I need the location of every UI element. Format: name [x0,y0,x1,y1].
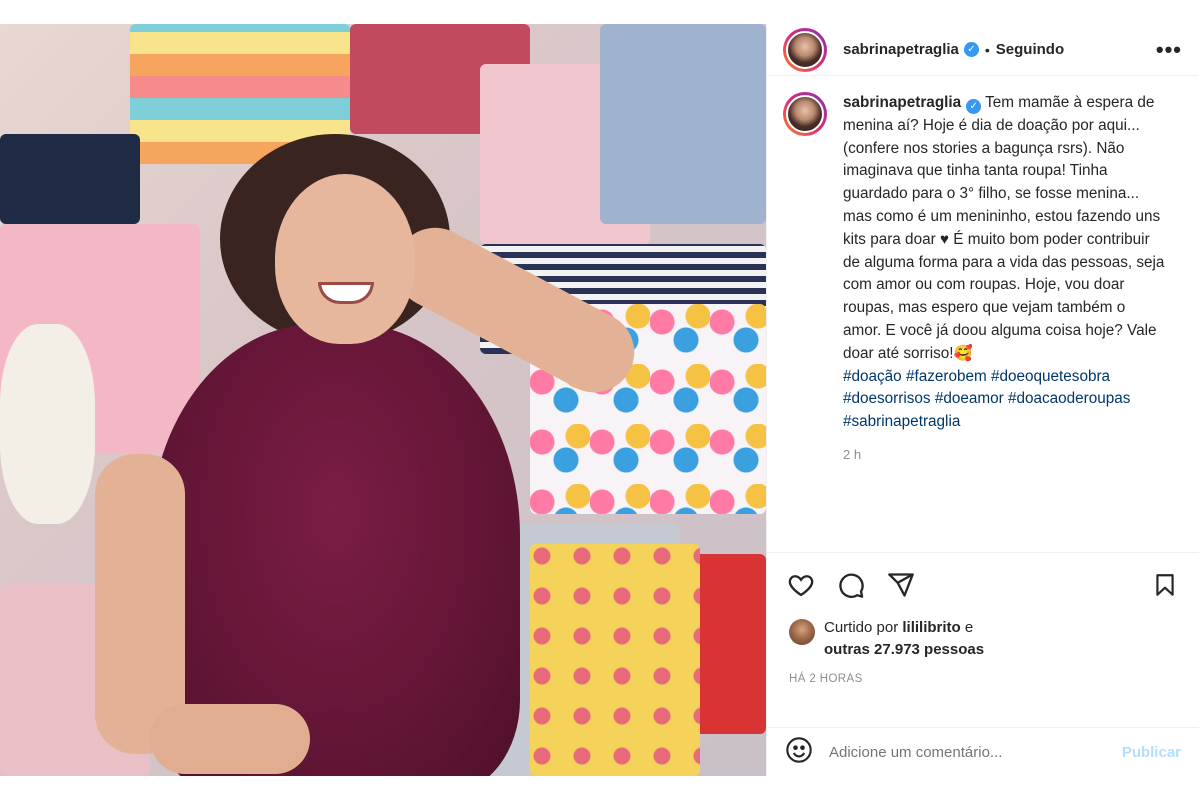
author-avatar[interactable] [783,27,827,72]
comment-input[interactable] [829,743,1122,761]
face [275,174,415,344]
verified-badge-icon: ✓ [966,99,982,114]
caption-timestamp[interactable]: 2 h [843,444,1165,467]
heart-icon[interactable] [783,567,819,603]
author-username[interactable]: sabrinapetraglia [843,41,959,58]
publish-button[interactable]: Publicar [1122,744,1181,761]
denim-clothing [600,24,766,224]
hashtag-link[interactable]: #doesorrisos [843,390,931,407]
caption-avatar[interactable] [783,92,827,136]
hashtag-link[interactable]: #doação [843,368,902,385]
instagram-post-modal: sabrinapetraglia ✓ • Seguindo ••• sabrin… [0,0,1200,800]
action-icons-row [767,553,1199,609]
caption-body: Tem mamãe à espera de menina aí? Hoje é … [843,94,1165,362]
liked-by-prefix: Curtido por [824,619,899,636]
yellow-overalls [530,544,700,776]
bookmark-icon[interactable] [1147,567,1183,603]
hashtag-link[interactable]: #doeoquetesobra [991,368,1110,385]
caption-username[interactable]: sabrinapetraglia [843,94,961,111]
navy-clothing [0,134,140,224]
verified-badge-icon: ✓ [963,42,979,57]
liked-by-others[interactable]: outras 27.973 pessoas [824,641,984,658]
white-knit-hat [0,324,95,524]
emoji-icon[interactable] [785,736,813,769]
caption-text: sabrinapetraglia ✓ Tem mamãe à espera de … [843,92,1165,467]
paper-plane-icon[interactable] [883,567,919,603]
separator-dot: • [984,41,990,58]
hashtag-link[interactable]: #sabrinapetraglia [843,413,960,430]
post-photo[interactable] [0,24,766,776]
hashtag-link[interactable]: #doeamor [935,390,1004,407]
comment-box: Publicar [767,727,1199,776]
liker-avatar[interactable] [789,619,815,645]
hashtag-link[interactable]: #doacaoderoupas [1008,390,1130,407]
comment-icon[interactable] [833,567,869,603]
liked-by-connector: e [964,619,974,636]
post-header: sabrinapetraglia ✓ • Seguindo ••• [767,24,1198,76]
likes-text: Curtido por lililibrito e outras 27.973 … [824,617,984,661]
liked-by-user[interactable]: lililibrito [902,619,960,636]
hashtag-link[interactable]: #fazerobem [906,368,987,385]
hand-on-belly [150,704,310,774]
post-actions: Curtido por lililibrito e outras 27.973 … [767,552,1199,685]
more-options-icon[interactable]: ••• [1156,37,1182,63]
following-button[interactable]: Seguindo [996,41,1064,58]
post-side-panel: sabrinapetraglia ✓ • Seguindo ••• sabrin… [766,24,1199,776]
caption-block: sabrinapetraglia ✓ Tem mamãe à espera de … [767,76,1198,467]
likes-summary: Curtido por lililibrito e outras 27.973 … [767,609,1199,661]
post-age[interactable]: HÁ 2 HORAS [767,661,1199,685]
